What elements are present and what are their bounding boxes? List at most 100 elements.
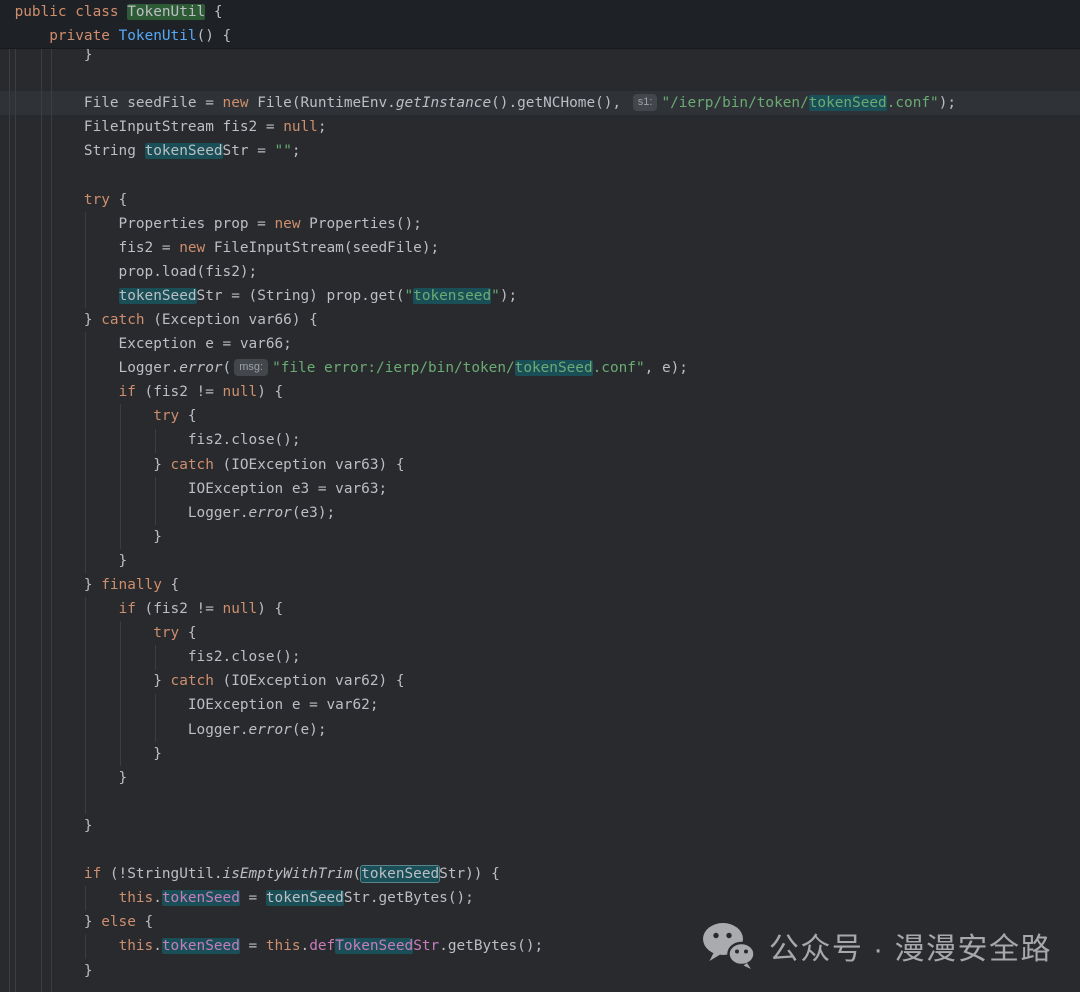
code-line[interactable]: Logger.error(e);: [0, 718, 1080, 742]
code-token: tokenSeed: [809, 95, 887, 111]
code-token: .: [153, 938, 162, 954]
code-token: {: [205, 4, 222, 20]
code-token: }: [15, 577, 102, 593]
code-token: ": [404, 288, 413, 304]
code-token: =: [240, 890, 266, 906]
code-token: new: [275, 216, 301, 232]
code-line[interactable]: fis2 = new FileInputStream(seedFile);: [0, 236, 1080, 260]
inlay-hint[interactable]: s1:: [633, 94, 658, 111]
code-token: null: [223, 601, 258, 617]
code-line[interactable]: fis2.close();: [0, 645, 1080, 669]
code-line[interactable]: }: [0, 766, 1080, 790]
code-token: [15, 28, 50, 44]
code-line[interactable]: if (fis2 != null) {: [0, 380, 1080, 404]
code-line[interactable]: } finally {: [0, 573, 1080, 597]
code-token: "/ierp/bin/token/: [661, 95, 808, 111]
code-line[interactable]: Exception e = var66;: [0, 332, 1080, 356]
code-token: FileInputStream(seedFile);: [205, 240, 439, 256]
code-token: =: [240, 938, 266, 954]
code-token: }: [15, 47, 93, 63]
code-token: (fis2 !=: [136, 384, 223, 400]
code-token: [15, 192, 84, 208]
code-line[interactable]: if (fis2 != null) {: [0, 597, 1080, 621]
code-line[interactable]: prop.load(fis2);: [0, 260, 1080, 284]
code-token: {: [136, 914, 153, 930]
code-line[interactable]: String tokenSeedStr = "";: [0, 139, 1080, 163]
code-line[interactable]: IOException e3 = var63;: [0, 477, 1080, 501]
code-token: "": [275, 143, 292, 159]
code-token: tokenSeed: [162, 890, 240, 906]
code-line[interactable]: }: [0, 549, 1080, 573]
code-token: error: [179, 360, 222, 376]
code-token: tokenSeed: [162, 938, 240, 954]
code-token: .: [153, 890, 162, 906]
code-line[interactable]: Properties prop = new Properties();: [0, 212, 1080, 236]
code-line[interactable]: }: [0, 525, 1080, 549]
code-token: }: [15, 818, 93, 834]
code-token: catch: [171, 673, 214, 689]
code-token: try: [153, 625, 179, 641]
code-token: {: [162, 577, 179, 593]
code-token: if: [119, 384, 136, 400]
code-token: this: [266, 938, 301, 954]
code-token: try: [84, 192, 110, 208]
code-token: null: [223, 384, 258, 400]
code-token: [110, 28, 119, 44]
code-line[interactable]: FileInputStream fis2 = null;: [0, 115, 1080, 139]
code-token: File seedFile =: [15, 95, 223, 111]
code-line[interactable]: }: [0, 742, 1080, 766]
code-token: }: [15, 457, 171, 473]
code-token: }: [15, 312, 102, 328]
code-line[interactable]: [0, 67, 1080, 91]
code-line[interactable]: IOException e = var62;: [0, 693, 1080, 717]
code-line[interactable]: try {: [0, 188, 1080, 212]
code-token: (: [353, 866, 362, 882]
code-token: Str.getBytes();: [344, 890, 474, 906]
code-token: IOException e3 = var63;: [15, 481, 388, 497]
code-line[interactable]: fis2.close();: [0, 428, 1080, 452]
code-line[interactable]: } catch (IOException var62) {: [0, 669, 1080, 693]
code-line[interactable]: Logger.error(msg:"file error:/ierp/bin/t…: [0, 356, 1080, 380]
code-token: TokenUtil: [119, 28, 197, 44]
code-token: Str = (String) prop.get(: [197, 288, 405, 304]
code-line[interactable]: try {: [0, 621, 1080, 645]
sticky-line[interactable]: public class TokenUtil {: [0, 0, 1080, 24]
code-line[interactable]: } catch (IOException var63) {: [0, 453, 1080, 477]
code-line[interactable]: }: [0, 814, 1080, 838]
code-line[interactable]: } catch (Exception var66) {: [0, 308, 1080, 332]
code-token: else: [101, 914, 136, 930]
code-token: TokenUtil: [127, 4, 205, 20]
code-token: prop.load(fis2);: [15, 264, 258, 280]
sticky-line[interactable]: private TokenUtil() {: [0, 24, 1080, 48]
code-token: .conf": [593, 360, 645, 376]
code-token: TokenSeed: [335, 938, 413, 954]
code-token: try: [153, 408, 179, 424]
code-token: {: [179, 408, 196, 424]
code-line[interactable]: [0, 838, 1080, 862]
code-line[interactable]: tokenSeedStr = (String) prop.get("tokens…: [0, 284, 1080, 308]
code-token: {: [110, 192, 127, 208]
code-token: public class: [15, 4, 128, 20]
code-token: {: [179, 625, 196, 641]
code-token: [15, 408, 154, 424]
code-line[interactable]: [0, 790, 1080, 814]
code-token: if: [119, 601, 136, 617]
code-line[interactable]: if (!StringUtil.isEmptyWithTrim(tokenSee…: [0, 862, 1080, 886]
code-line[interactable]: File seedFile = new File(RuntimeEnv.getI…: [0, 91, 1080, 115]
code-token: ;: [292, 143, 301, 159]
inlay-hint[interactable]: msg:: [234, 359, 268, 376]
code-line[interactable]: [0, 163, 1080, 187]
code-line[interactable]: Logger.error(e3);: [0, 501, 1080, 525]
sticky-lines-panel: public class TokenUtil { private TokenUt…: [0, 0, 1080, 49]
code-token: "file error:/ierp/bin/token/: [272, 360, 515, 376]
code-token: (e3);: [292, 505, 335, 521]
code-token: ": [491, 288, 500, 304]
code-token: error: [249, 722, 292, 738]
code-line[interactable]: this.tokenSeed = tokenSeedStr.getBytes()…: [0, 886, 1080, 910]
code-token: finally: [101, 577, 162, 593]
code-line[interactable]: try {: [0, 404, 1080, 428]
code-token: (Exception var66) {: [145, 312, 318, 328]
editor-code-area[interactable]: } File seedFile = new File(RuntimeEnv.ge…: [0, 43, 1080, 983]
code-token: (IOException var62) {: [214, 673, 405, 689]
code-token: tokenSeed: [266, 890, 344, 906]
